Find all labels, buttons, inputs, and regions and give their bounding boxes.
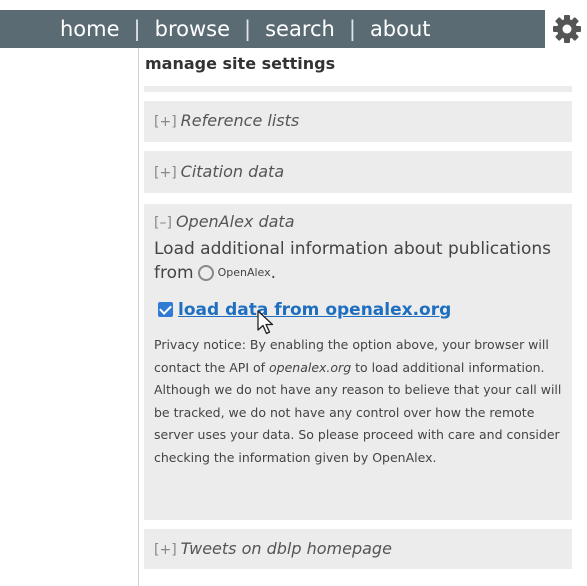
expand-toggle[interactable]: [+] bbox=[154, 542, 177, 558]
section-divider bbox=[144, 86, 572, 92]
collapse-toggle[interactable]: [–] bbox=[154, 215, 172, 231]
section-title[interactable]: Citation data bbox=[181, 162, 284, 181]
panel-title: manage site settings bbox=[145, 54, 336, 73]
nav-separator: | bbox=[133, 17, 141, 41]
nav-item-search[interactable]: search bbox=[265, 10, 335, 48]
section-header-tweets[interactable]: [+] Tweets on dblp homepage bbox=[154, 539, 392, 558]
nav-separator: | bbox=[348, 17, 356, 41]
expand-toggle[interactable]: [+] bbox=[154, 165, 177, 181]
section-header-citation-data[interactable]: [+] Citation data bbox=[154, 162, 284, 181]
openalex-checkbox[interactable] bbox=[158, 302, 173, 317]
section-title[interactable]: OpenAlex data bbox=[176, 212, 295, 231]
nav-item-home[interactable]: home bbox=[60, 10, 120, 48]
openalex-checkbox-label[interactable]: load data from openalex.org bbox=[178, 300, 451, 320]
section-tweets: [+] Tweets on dblp homepage bbox=[144, 529, 572, 569]
mouse-cursor-icon bbox=[257, 310, 274, 335]
expand-toggle[interactable]: [+] bbox=[154, 114, 177, 130]
section-title[interactable]: Reference lists bbox=[181, 111, 300, 130]
section-openalex-data: [–] OpenAlex data Load additional informa… bbox=[144, 204, 572, 520]
openalex-logo: OpenAlex bbox=[197, 261, 271, 285]
openalex-logo-icon bbox=[197, 265, 214, 281]
privacy-text-end: to load additional information. Although… bbox=[154, 359, 562, 465]
nav-links: home | browse | search | about bbox=[60, 10, 431, 48]
nav-item-about[interactable]: about bbox=[370, 10, 431, 48]
section-reference-lists: [+] Reference lists bbox=[144, 101, 572, 142]
section-header-reference-lists[interactable]: [+] Reference lists bbox=[154, 111, 299, 130]
gear-icon[interactable] bbox=[552, 14, 582, 44]
privacy-domain: openalex.org bbox=[269, 359, 352, 375]
section-citation-data: [+] Citation data bbox=[144, 151, 572, 193]
section-title[interactable]: Tweets on dblp homepage bbox=[181, 539, 392, 558]
nav-separator: | bbox=[244, 17, 252, 41]
openalex-logo-text: OpenAlex bbox=[217, 266, 271, 279]
description-suffix: . bbox=[270, 263, 277, 283]
top-nav-bar: home | browse | search | about bbox=[0, 10, 545, 48]
openalex-option[interactable]: load data from openalex.org bbox=[158, 299, 451, 321]
nav-item-browse[interactable]: browse bbox=[155, 10, 230, 48]
privacy-notice: Privacy notice: By enabling the option a… bbox=[154, 334, 566, 470]
section-description: Load additional information about public… bbox=[154, 237, 564, 285]
section-header-openalex-data[interactable]: [–] OpenAlex data bbox=[154, 212, 295, 231]
site-settings-panel: manage site settings [+] Reference lists … bbox=[138, 48, 587, 586]
